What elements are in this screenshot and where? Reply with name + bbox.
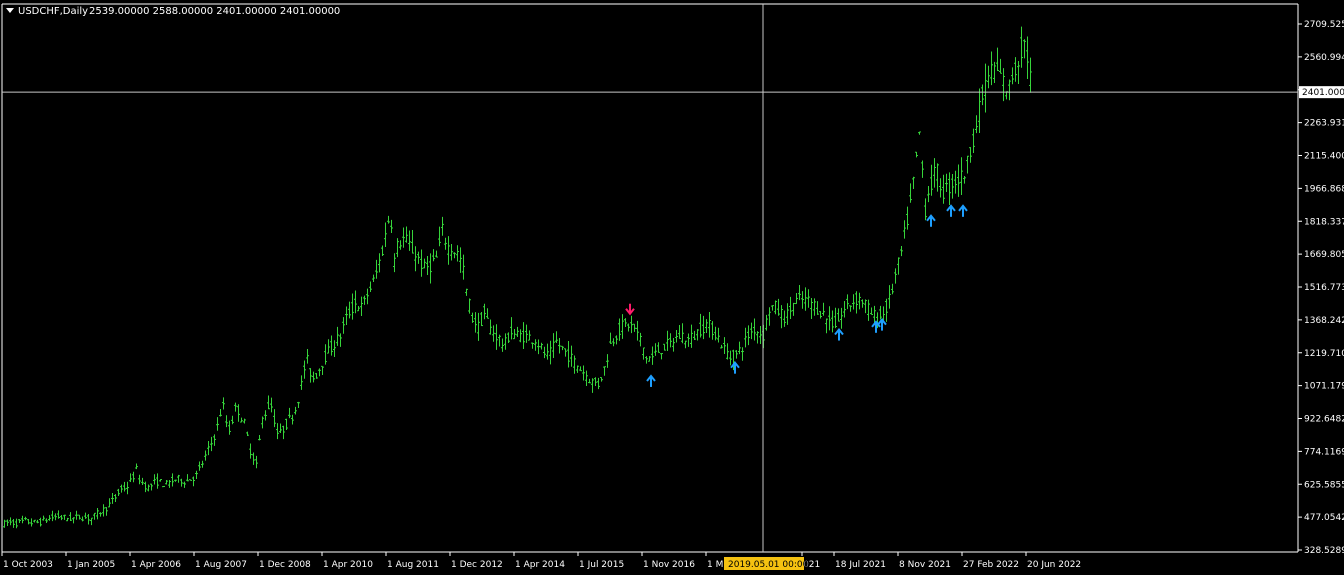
price-tick-label: 328.52894	[1304, 546, 1344, 556]
chart-ohlc: 2539.00000 2588.00000 2401.00000 2401.00…	[89, 6, 340, 17]
time-tick-label: 1 Oct 2003	[3, 560, 53, 570]
price-tick-label: 477.05420	[1304, 513, 1344, 523]
time-tick-label: 1 Apr 2006	[131, 560, 181, 570]
crosshair-price-label: 2401.00000	[1302, 88, 1344, 98]
crosshair-time-label: 2019.05.01 00:00	[728, 560, 809, 570]
time-tick-label: 1 Dec 2008	[259, 560, 311, 570]
price-tick-label: 1516.77340	[1304, 283, 1344, 293]
time-tick-label: 1 Aug 2007	[195, 560, 247, 570]
time-tick-label: 1 M	[707, 560, 723, 570]
chart-background	[0, 0, 1344, 575]
price-tick-label: 1669.80550	[1304, 250, 1344, 260]
price-tick-label: 922.64825	[1304, 415, 1344, 425]
price-tick-label: 2560.99409	[1304, 53, 1344, 63]
time-tick-label: 8 Nov 2021	[899, 560, 951, 570]
price-tick-label: 774.11690	[1304, 447, 1344, 457]
time-tick-label: 1 Nov 2016	[643, 560, 695, 570]
price-tick-label: 1818.33750	[1304, 217, 1344, 227]
time-tick-label: 1 Jan 2005	[67, 560, 115, 570]
time-tick-label: 1 Jul 2015	[579, 560, 624, 570]
price-tick-label: 2263.93125	[1304, 119, 1344, 129]
time-tick-label: 1 Apr 2010	[323, 560, 373, 570]
price-tick-label: 625.58555	[1304, 480, 1344, 490]
time-tick-label: 1 Apr 2014	[515, 560, 565, 570]
price-tick-label: 2709.52549	[1304, 20, 1344, 30]
time-tick-label: 1 Aug 2011	[387, 560, 439, 570]
price-tick-label: 1071.17900	[1304, 382, 1344, 392]
time-tick-label: 1 Dec 2012	[451, 560, 503, 570]
price-tick-label: 1219.71000	[1304, 349, 1344, 359]
price-tick-label: 1966.86875	[1304, 184, 1344, 194]
chart-canvas[interactable]: 2709.52549 2560.99409 2263.93125 2115.40000…	[0, 0, 1344, 575]
time-tick-label: 20 Jun 2022	[1027, 560, 1081, 570]
chart-symbol: USDCHF,Daily	[18, 6, 88, 17]
time-tick-label: 18 Jul 2021	[835, 560, 886, 570]
price-tick-label: 2115.40000	[1304, 152, 1344, 162]
time-tick-label: 27 Feb 2022	[963, 560, 1019, 570]
price-tick-label: 1368.24225	[1304, 316, 1344, 326]
